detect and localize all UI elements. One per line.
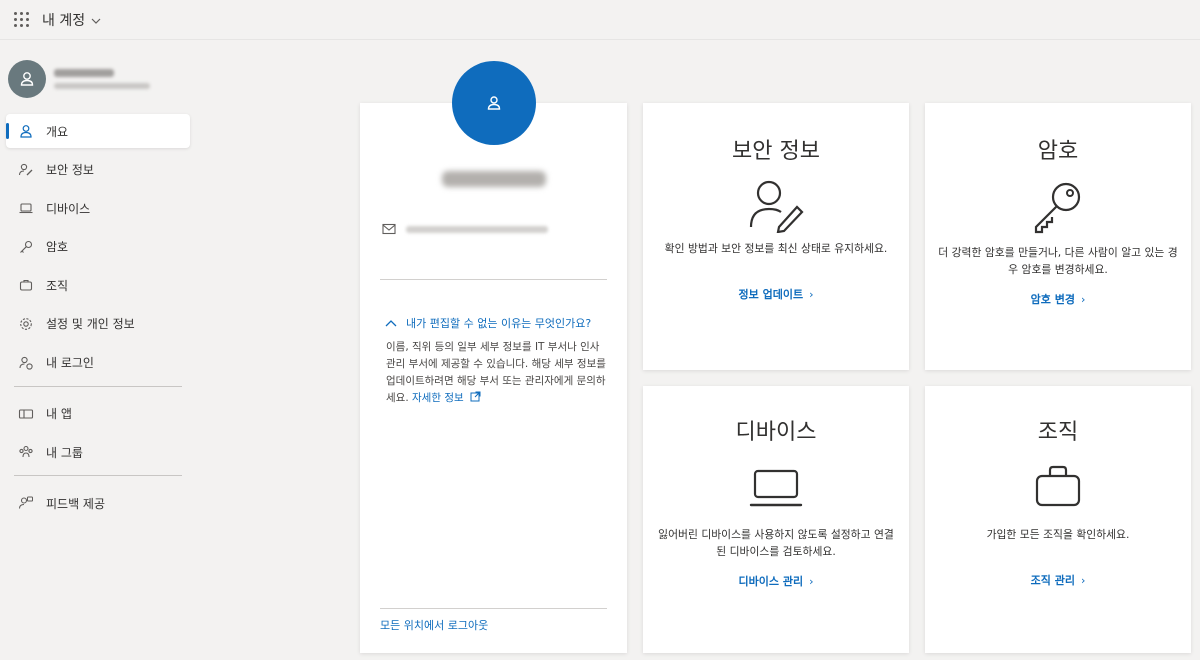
sidebar-item-label: 내 로그인 (46, 356, 94, 371)
tile-title: 암호 (1037, 139, 1079, 164)
chevron-down-icon[interactable] (89, 13, 103, 27)
feedback-icon (18, 495, 34, 511)
top-bar: 내 계정 (0, 0, 1200, 40)
tile-link-label: 암호 변경 (1030, 293, 1075, 306)
sidebar-item-label: 개요 (46, 124, 69, 139)
tile-description: 가입한 모든 조직을 확인하세요. (986, 528, 1130, 541)
divider (380, 608, 607, 609)
profile-name-redacted (442, 171, 546, 187)
person-key-icon (747, 177, 805, 237)
person-icon (487, 96, 501, 110)
tile-security-info: 보안 정보 확인 방법과 보안 정보를 최신 상태로 유지하세요. 정보 업데이… (643, 103, 909, 370)
profile-email-row (382, 223, 548, 235)
tile-link-label: 조직 관리 (1030, 574, 1075, 587)
sidebar-item-devices[interactable]: 디바이스 (6, 191, 190, 225)
profile-email-redacted (406, 225, 548, 233)
chevron-right-icon: › (1080, 293, 1086, 306)
manage-organizations-link[interactable]: 조직 관리 › (925, 572, 1191, 588)
learn-more-label: 자세한 정보 (412, 392, 464, 404)
tile-title: 보안 정보 (732, 139, 820, 164)
sidebar-nav: 개요 보안 정보 디바이스 암호 조직 설정 및 개인 정보 내 로그인 내 앱… (6, 114, 190, 525)
change-password-link[interactable]: 암호 변경 › (925, 291, 1191, 307)
external-link-icon (470, 391, 481, 402)
sidebar-divider (14, 475, 182, 477)
sign-out-everywhere-link[interactable]: 모든 위치에서 로그아웃 (380, 617, 488, 633)
divider (380, 279, 607, 280)
waffle-icon[interactable] (14, 11, 30, 28)
briefcase-icon (18, 277, 34, 293)
why-cant-edit-toggle[interactable]: 내가 편집할 수 없는 이유는 무엇인가요? (384, 315, 591, 331)
update-info-link[interactable]: 정보 업데이트 › (643, 286, 909, 302)
tile-link-label: 정보 업데이트 (738, 288, 804, 301)
laptop-icon (749, 468, 803, 512)
profile-avatar[interactable] (452, 61, 536, 145)
apps-icon (18, 406, 34, 422)
sidebar-item-security-info[interactable]: 보안 정보 (6, 153, 190, 187)
sidebar-item-label: 피드백 제공 (46, 496, 106, 511)
tile-description: 더 강력한 암호를 만들거나, 다른 사람이 알고 있는 경우 암호를 변경하세… (938, 246, 1178, 276)
briefcase-icon (1034, 464, 1082, 512)
learn-more-link[interactable]: 자세한 정보 (412, 391, 481, 404)
sidebar-item-label: 조직 (46, 278, 69, 293)
sidebar-item-my-sign-ins[interactable]: 내 로그인 (6, 346, 190, 380)
person-key-icon (18, 162, 34, 178)
user-block[interactable] (8, 60, 150, 98)
sidebar-item-label: 암호 (46, 240, 69, 255)
sidebar-item-overview[interactable]: 개요 (6, 114, 190, 148)
tile-description: 확인 방법과 보안 정보를 최신 상태로 유지하세요. (664, 242, 888, 255)
sidebar-item-label: 내 앱 (46, 407, 72, 422)
chevron-up-icon (385, 320, 397, 327)
sidebar-item-label: 보안 정보 (46, 163, 94, 178)
user-email-redacted (54, 83, 150, 89)
sidebar-item-my-apps[interactable]: 내 앱 (6, 397, 190, 431)
chevron-right-icon: › (809, 575, 814, 588)
sidebar-item-label: 디바이스 (46, 201, 91, 216)
why-cant-edit-body: 이름, 직위 등의 일부 세부 정보를 IT 부서나 인사 관리 부서에 제공할… (386, 339, 608, 407)
person-icon (18, 123, 34, 139)
tile-organizations: 조직 가입한 모든 조직을 확인하세요. 조직 관리 › (925, 386, 1191, 653)
sidebar-item-label: 설정 및 개인 정보 (46, 317, 135, 332)
key-icon (18, 239, 34, 255)
tile-description: 잃어버린 디바이스를 사용하지 않도록 설정하고 연결된 디바이스를 검토하세요… (658, 528, 894, 558)
user-meta (54, 69, 150, 89)
manage-devices-link[interactable]: 디바이스 관리 › (643, 573, 909, 589)
avatar[interactable] (8, 60, 46, 98)
tile-link-label: 디바이스 관리 (738, 575, 804, 588)
profile-card: 내가 편집할 수 없는 이유는 무엇인가요? 이름, 직위 등의 일부 세부 정… (360, 103, 627, 653)
gear-icon (18, 316, 34, 332)
mail-icon (382, 223, 396, 235)
person-icon (20, 72, 34, 86)
chevron-right-icon: › (1080, 574, 1086, 587)
sidebar-item-label: 내 그룹 (46, 445, 83, 460)
tile-title: 디바이스 (735, 420, 817, 445)
tile-devices: 디바이스 잃어버린 디바이스를 사용하지 않도록 설정하고 연결된 디바이스를 … (643, 386, 909, 653)
tile-password: 암호 더 강력한 암호를 만들거나, 다른 사람이 알고 있는 경우 암호를 변… (925, 103, 1191, 370)
tile-title: 조직 (1037, 420, 1079, 445)
sidebar: 개요 보안 정보 디바이스 암호 조직 설정 및 개인 정보 내 로그인 내 앱… (0, 40, 196, 660)
sidebar-divider (14, 385, 182, 387)
group-icon (18, 444, 34, 460)
sidebar-item-give-feedback[interactable]: 피드백 제공 (6, 486, 190, 520)
laptop-icon (18, 200, 34, 216)
key-icon (1030, 179, 1086, 239)
sidebar-item-organizations[interactable]: 조직 (6, 268, 190, 302)
sidebar-item-password[interactable]: 암호 (6, 230, 190, 264)
sidebar-item-settings-privacy[interactable]: 설정 및 개인 정보 (6, 307, 190, 341)
person-refresh-icon (18, 355, 34, 371)
app-title[interactable]: 내 계정 (42, 10, 85, 30)
chevron-right-icon: › (809, 288, 814, 301)
sidebar-item-my-groups[interactable]: 내 그룹 (6, 435, 190, 469)
user-name-redacted (54, 69, 114, 77)
why-cant-edit-label: 내가 편집할 수 없는 이유는 무엇인가요? (406, 317, 592, 330)
